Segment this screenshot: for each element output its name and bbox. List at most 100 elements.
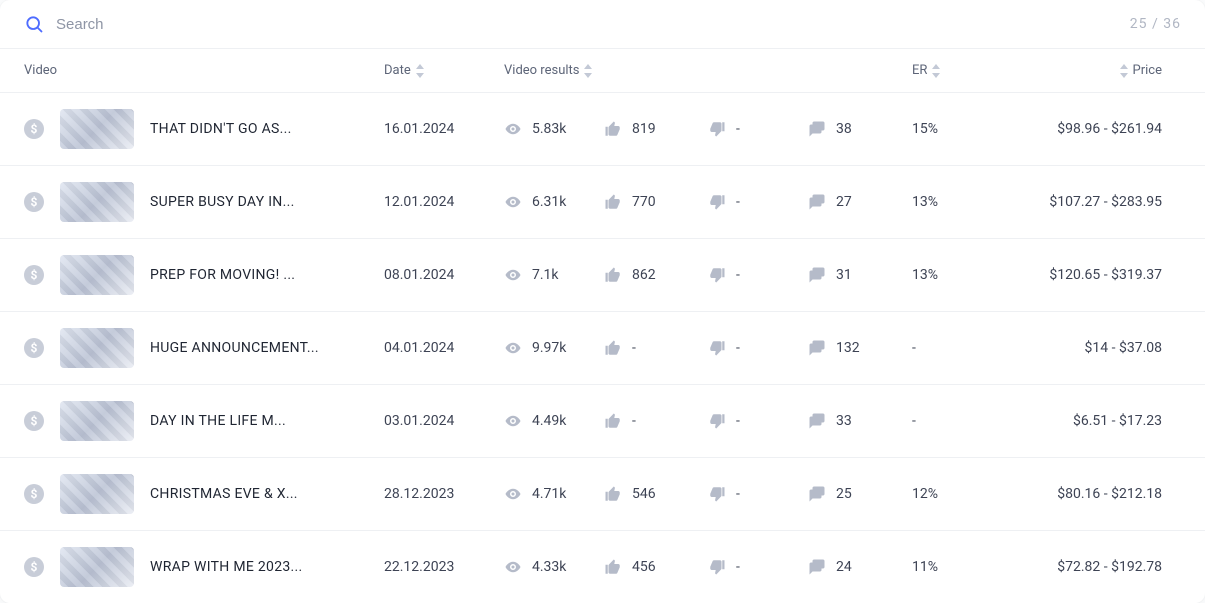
er-value: - [912,413,992,429]
dislikes-value: - [736,413,740,429]
thumbs-up-icon [604,485,622,503]
column-er-label: ER [912,63,927,78]
video-title[interactable]: DAY IN THE LIFE M... [150,413,286,429]
er-value: 13% [912,194,992,210]
sort-icon [415,64,425,78]
price-value: $72.82 - $192.78 [992,559,1162,575]
table-row[interactable]: $ SUPER BUSY DAY IN... 12.01.2024 6.31k … [0,166,1205,239]
table-row[interactable]: $ THAT DIDN'T GO AS... 16.01.2024 5.83k … [0,93,1205,166]
video-title[interactable]: PREP FOR MOVING! ... [150,267,295,283]
video-cell: $ HUGE ANNOUNCEMENT... [24,328,384,368]
likes-value: 862 [632,267,656,283]
dislikes-cell: - [708,193,808,211]
column-er[interactable]: ER [912,63,992,78]
comments-cell: 132 [808,339,912,357]
video-cell: $ SUPER BUSY DAY IN... [24,182,384,222]
video-thumbnail[interactable] [60,255,134,295]
thumbs-up-icon [604,266,622,284]
video-thumbnail[interactable] [60,182,134,222]
views-value: 4.71k [532,486,566,502]
table-row[interactable]: $ DAY IN THE LIFE M... 03.01.2024 4.49k … [0,385,1205,458]
column-price-label: Price [1133,63,1162,78]
dislikes-value: - [736,194,740,210]
dislikes-value: - [736,486,740,502]
search-icon [24,14,44,34]
video-results-panel: 25 / 36 Video Date Video results ER Pric… [0,0,1205,603]
comments-icon [808,485,826,503]
dislikes-cell: - [708,485,808,503]
eye-icon [504,558,522,576]
video-title[interactable]: CHRISTMAS EVE & X... [150,486,298,502]
table-body: $ THAT DIDN'T GO AS... 16.01.2024 5.83k … [0,93,1205,603]
comments-icon [808,558,826,576]
video-cell: $ THAT DIDN'T GO AS... [24,109,384,149]
video-title[interactable]: THAT DIDN'T GO AS... [150,121,292,137]
video-thumbnail[interactable] [60,328,134,368]
comments-icon [808,120,826,138]
table-row[interactable]: $ CHRISTMAS EVE & X... 28.12.2023 4.71k … [0,458,1205,531]
views-cell: 9.97k [504,339,604,357]
comments-value: 24 [836,559,852,575]
dollar-icon: $ [24,119,44,139]
sort-icon [1119,64,1129,78]
video-thumbnail[interactable] [60,547,134,587]
dollar-icon: $ [24,192,44,212]
thumbs-down-icon [708,412,726,430]
video-cell: $ DAY IN THE LIFE M... [24,401,384,441]
comments-cell: 24 [808,558,912,576]
dollar-icon: $ [24,484,44,504]
price-value: $14 - $37.08 [992,340,1162,356]
views-cell: 4.71k [504,485,604,503]
price-value: $107.27 - $283.95 [992,194,1162,210]
video-date: 03.01.2024 [384,413,504,429]
comments-cell: 33 [808,412,912,430]
comments-cell: 27 [808,193,912,211]
likes-cell: 546 [604,485,708,503]
search-input[interactable] [56,16,1130,33]
comments-value: 132 [836,340,860,356]
views-cell: 5.83k [504,120,604,138]
video-title[interactable]: HUGE ANNOUNCEMENT... [150,340,319,356]
thumbs-up-icon [604,193,622,211]
sort-icon [931,64,941,78]
likes-cell: 819 [604,120,708,138]
table-row[interactable]: $ PREP FOR MOVING! ... 08.01.2024 7.1k 8… [0,239,1205,312]
thumbs-down-icon [708,120,726,138]
views-cell: 4.49k [504,412,604,430]
video-title[interactable]: WRAP WITH ME 2023... [150,559,303,575]
eye-icon [504,193,522,211]
table-row[interactable]: $ WRAP WITH ME 2023... 22.12.2023 4.33k … [0,531,1205,603]
column-date[interactable]: Date [384,63,504,78]
dislikes-value: - [736,121,740,137]
thumbs-up-icon [604,412,622,430]
likes-value: 546 [632,486,656,502]
er-value: 13% [912,267,992,283]
views-cell: 7.1k [504,266,604,284]
table-row[interactable]: $ HUGE ANNOUNCEMENT... 04.01.2024 9.97k … [0,312,1205,385]
column-video-results[interactable]: Video results [504,63,912,78]
likes-cell: 862 [604,266,708,284]
video-thumbnail[interactable] [60,474,134,514]
dollar-icon: $ [24,265,44,285]
video-title[interactable]: SUPER BUSY DAY IN... [150,194,295,210]
video-thumbnail[interactable] [60,401,134,441]
eye-icon [504,266,522,284]
video-date: 16.01.2024 [384,121,504,137]
views-cell: 6.31k [504,193,604,211]
video-cell: $ WRAP WITH ME 2023... [24,547,384,587]
thumbs-down-icon [708,266,726,284]
video-date: 04.01.2024 [384,340,504,356]
er-value: 11% [912,559,992,575]
dollar-icon: $ [24,411,44,431]
video-thumbnail[interactable] [60,109,134,149]
er-value: 15% [912,121,992,137]
price-value: $6.51 - $17.23 [992,413,1162,429]
likes-value: - [632,340,636,356]
views-value: 4.49k [532,413,566,429]
column-price[interactable]: Price [992,63,1162,78]
er-value: - [912,340,992,356]
comments-cell: 25 [808,485,912,503]
likes-cell: - [604,339,708,357]
thumbs-down-icon [708,339,726,357]
views-value: 4.33k [532,559,566,575]
